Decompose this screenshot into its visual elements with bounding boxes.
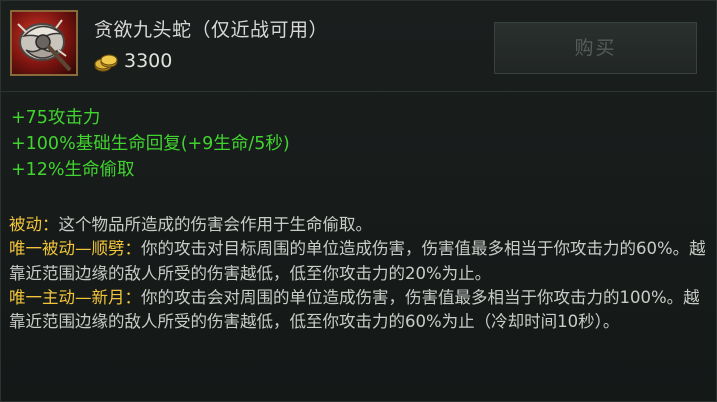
item-icon — [10, 10, 78, 76]
item-name: 贪欲九头蛇（仅近战可用） — [94, 19, 329, 41]
stat-line: +100%基础生命回复(+9生命/5秒) — [11, 134, 290, 154]
hydra-axe-icon — [17, 19, 72, 72]
unique-active-label: 唯一主动—新月： — [9, 287, 141, 307]
buy-button[interactable]: 购买 — [494, 22, 697, 74]
unique-active-paragraph: 唯一主动—新月：你的攻击会对周围的单位造成伤害，伤害值最多相当于你攻击力的100… — [9, 286, 709, 335]
gold-coin-icon — [94, 54, 118, 72]
passive-label: 被动： — [9, 215, 59, 234]
stat-line: +12%生命偷取 — [11, 160, 135, 180]
divider — [1, 91, 717, 92]
passive-text: 这个物品所造成的伤害会作用于生命偷取。 — [58, 215, 373, 234]
item-description: 被动：这个物品所造成的伤害会作用于生命偷取。 唯一被动—顺劈：你的攻击对目标周围… — [9, 213, 709, 334]
stat-line: +75攻击力 — [11, 108, 101, 128]
unique-passive-paragraph: 唯一被动—顺劈：你的攻击对目标周围的单位造成伤害，伤害值最多相当于你攻击力的60… — [9, 237, 709, 286]
item-tooltip-panel: 贪欲九头蛇（仅近战可用） 3300 购买 +75攻击力 +100%基础生命回复(… — [0, 0, 717, 402]
passive-paragraph: 被动：这个物品所造成的伤害会作用于生命偷取。 — [9, 213, 709, 237]
unique-passive-label: 唯一被动—顺劈： — [9, 239, 141, 259]
item-price: 3300 — [124, 50, 173, 72]
